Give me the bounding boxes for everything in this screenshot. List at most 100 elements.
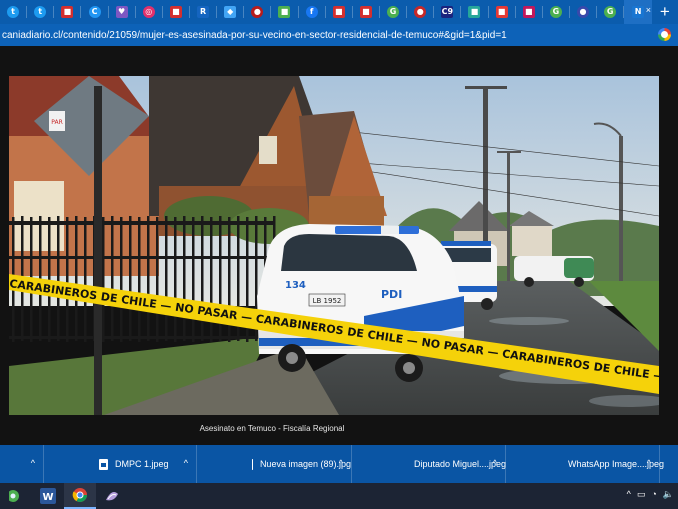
browser-tab[interactable]: t [0,0,26,24]
image-file-icon [99,458,108,470]
car-plate: LB 1952 [313,297,342,305]
fence-bar [183,216,186,341]
browser-tab[interactable]: ■ [489,0,515,24]
wifi-icon[interactable]: ◔ [651,489,656,500]
chrome-icon[interactable] [64,483,96,509]
browser-tab[interactable]: ■ [163,0,189,24]
taskbar: W ^ ▭ ◔ 🔈 [0,483,678,509]
browser-tab[interactable]: C9 [434,0,460,24]
article-photo[interactable]: PAR 134 PDI LB 1952 CARABINEROS DE CHILE… [9,76,659,415]
chrome-partial-icon[interactable] [0,483,32,509]
address-bar[interactable]: caniadiario.cl/contenido/21059/mujer-es-… [0,24,678,46]
vpn-app-icon[interactable] [96,483,128,509]
download-item[interactable]: WhatsApp Image....jpeg ^ [506,445,664,483]
close-tab-icon[interactable]: × [646,5,651,15]
fence-bar [210,217,213,342]
fence-bar [156,217,159,342]
news-site-icon: ■ [495,6,508,18]
browser-tab[interactable]: G [597,0,623,24]
battery-icon[interactable]: ▭ [637,489,646,500]
facebook-icon: f [305,6,318,18]
radio-site-icon: ● [414,6,427,18]
volume-icon[interactable]: 🔈 [663,489,674,500]
fence-bar [48,217,51,342]
browser-tab[interactable]: ♥ [109,0,135,24]
fence-bar [102,217,105,342]
fence-bar [174,217,177,342]
browser-tab[interactable]: G [543,0,569,24]
browser-tab[interactable]: ◆ [217,0,243,24]
browser-tab[interactable]: f [299,0,325,24]
heart-site-icon: ♥ [115,6,128,18]
twitter-icon: t [34,6,47,18]
browser-tab[interactable]: ● [570,0,596,24]
google-account-icon[interactable] [658,28,671,41]
browser-tab[interactable]: G [380,0,406,24]
car-number: 134 [285,280,306,291]
car-logo: PDI [381,288,402,301]
instagram-icon: ◎ [142,6,155,18]
flag-site-icon: ■ [522,6,535,18]
fence-bar [75,216,78,341]
google-icon: G [387,6,400,18]
green-site-icon: ■ [278,6,291,18]
fence-bar [84,217,87,342]
crime-scene-photo: PAR 134 PDI LB 1952 CARABINEROS DE CHILE… [9,76,659,415]
news-site-icon: ■ [359,6,372,18]
c9-site-icon: C9 [441,6,454,18]
fence-bar [138,217,141,342]
browser-tab[interactable]: ■ [54,0,80,24]
download-item[interactable]: Nueva imagen (89).jpg ^ [197,445,352,483]
download-item[interactable]: Diputado Miguel....jpeg ^ [352,445,506,483]
diamond-site-icon: ◆ [224,6,237,18]
browser-tab[interactable]: N × [624,0,652,24]
download-item[interactable]: ^ [0,445,44,483]
system-tray: ^ ▭ ◔ 🔈 [627,489,674,500]
word-icon[interactable]: W [32,483,64,509]
browser-tab[interactable]: ◎ [136,0,162,24]
google-icon: G [604,6,617,18]
active-tab-icon: N [632,6,645,18]
fence-bar [147,216,150,341]
browser-tab[interactable]: ■ [271,0,297,24]
chevron-up-icon[interactable]: ^ [184,458,188,468]
fence-bar [120,217,123,342]
blue-site-icon: C [88,6,101,18]
fence-bar [129,216,132,341]
download-filename: DMPC 1.jpeg [115,459,169,469]
photo-caption: Asesinato en Temuco - Fiscalía Regional [199,424,345,433]
chevron-up-icon[interactable]: ^ [627,489,631,500]
tab-strip: t t ■ C ♥ ◎ ■ R ◆ ● ■ f ■ ■ G ● C9 ■ ■ ■ G ● G N × + [0,0,678,24]
blue-site-icon: R [197,6,210,18]
chevron-up-icon[interactable]: ^ [647,458,651,468]
image-site-icon: ■ [468,6,481,18]
downloads-bar: ^ DMPC 1.jpeg ^ Nueva imagen (89).jpg ^ Diput… [0,445,678,483]
twitter-icon: t [7,6,20,18]
new-tab-button[interactable]: + [652,0,678,24]
url-text[interactable]: caniadiario.cl/contenido/21059/mujer-es-… [2,30,652,41]
fence-bar [66,217,69,342]
browser-tab[interactable]: R [190,0,216,24]
chevron-up-icon[interactable]: ^ [31,458,35,468]
download-item[interactable]: DMPC 1.jpeg ^ [44,445,197,483]
chevron-up-icon[interactable]: ^ [493,458,497,468]
fence-bar [57,216,60,341]
news-site-icon: ■ [169,6,182,18]
browser-tab[interactable]: C [81,0,107,24]
dot-site-icon: ● [251,6,264,18]
fence-bar [192,217,195,342]
browser-tab[interactable]: t [27,0,53,24]
fence-bar [111,216,114,341]
browser-tab[interactable]: ■ [516,0,542,24]
google-icon: G [549,6,562,18]
browser-tab[interactable]: ● [244,0,270,24]
image-file-icon [252,458,259,470]
fence-bar [201,216,204,341]
download-filename: Nueva imagen (89).jpg [259,459,351,469]
browser-tab[interactable]: ■ [461,0,487,24]
chevron-up-icon[interactable]: ^ [339,458,343,468]
page-content: PAR 134 PDI LB 1952 CARABINEROS DE CHILE… [0,46,678,445]
browser-tab[interactable]: ■ [353,0,379,24]
browser-tab[interactable]: ■ [326,0,352,24]
browser-tab[interactable]: ● [407,0,433,24]
